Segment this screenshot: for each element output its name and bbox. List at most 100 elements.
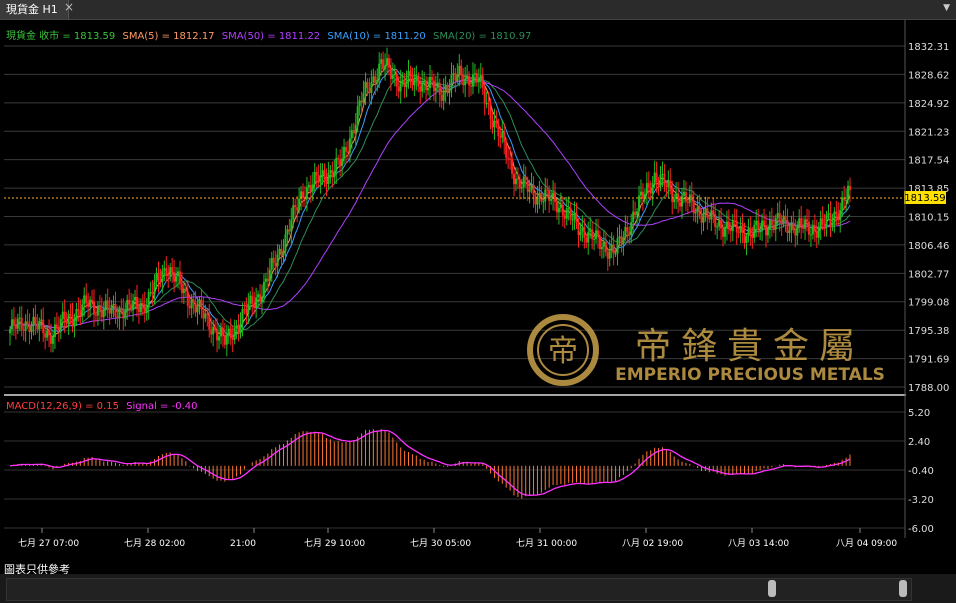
candle-body [337, 157, 340, 160]
x-tick-label: 七月 27 07:00 [18, 538, 79, 549]
candle-body [128, 299, 131, 305]
candle-body [206, 313, 209, 315]
candle-body [163, 268, 166, 271]
candle-body [716, 226, 719, 228]
candle-body [464, 78, 467, 86]
candle-body [294, 205, 297, 208]
candle-body [809, 234, 812, 236]
candle-body [423, 80, 426, 83]
candle-body [729, 229, 732, 232]
chart-scrollbar[interactable] [0, 574, 956, 603]
candle-body [34, 316, 37, 324]
candle-body [356, 106, 359, 126]
chart-tab[interactable]: 現貨金 H1 [0, 0, 69, 19]
candle-body [776, 212, 779, 218]
candle-body [585, 237, 588, 243]
chevron-down-icon[interactable]: ▼ [943, 3, 950, 13]
candle-body [651, 182, 654, 194]
candle-body [806, 219, 809, 222]
candle-body [450, 74, 453, 90]
candle-body [397, 86, 400, 92]
candle-body [69, 313, 72, 315]
candle-body [366, 82, 369, 88]
candle-body [57, 326, 60, 331]
candle-body [759, 229, 762, 231]
legend-sma10: SMA(10) = 1811.20 [327, 31, 425, 42]
x-tick-label: 七月 30 05:00 [410, 538, 471, 549]
scroll-handle-right[interactable] [899, 580, 907, 597]
candle-body [845, 200, 848, 202]
candle-body [628, 231, 631, 236]
candle-body [216, 329, 219, 341]
candle-body [452, 73, 455, 75]
legend-sma5: SMA(5) = 1812.17 [122, 31, 214, 42]
candle-body [495, 120, 498, 123]
candle-body [155, 273, 158, 283]
candle-body [641, 191, 644, 199]
candle-body [548, 190, 551, 201]
candle-body [251, 295, 254, 305]
candle-body [753, 224, 756, 238]
candle-body [405, 82, 408, 88]
y-tick-label: 1832.31 [908, 42, 949, 53]
candle-body [85, 295, 88, 304]
scroll-track[interactable] [6, 578, 912, 601]
candle-body [761, 220, 764, 230]
candle-body [149, 292, 152, 294]
candle-body [302, 191, 305, 199]
candle-body [526, 180, 529, 192]
candle-body [733, 220, 736, 222]
candle-body [51, 336, 54, 344]
y-tick-label: 1828.62 [908, 70, 949, 81]
candle-body [475, 73, 478, 83]
candle-body [655, 172, 658, 182]
candle-body [143, 304, 146, 314]
candle-body [122, 310, 125, 319]
candle-body [348, 138, 351, 153]
scroll-handle-left[interactable] [768, 580, 776, 597]
candle-body [751, 235, 754, 238]
candle-body [790, 223, 793, 231]
macd-histogram [13, 429, 851, 499]
candle-body [593, 238, 596, 240]
candle-body [67, 313, 70, 324]
candle-body [827, 213, 830, 215]
macd-y-tick-label: 5.20 [908, 408, 930, 419]
close-icon[interactable]: × [64, 0, 74, 14]
candle-body [563, 215, 566, 219]
candle-body [354, 125, 357, 134]
candle-body [471, 74, 474, 87]
candle-body [350, 130, 353, 139]
candle-body [829, 213, 832, 225]
candle-body [46, 330, 49, 338]
candle-body [192, 299, 195, 304]
candle-body [292, 205, 295, 220]
candle-body [497, 122, 500, 136]
candle-body [208, 314, 211, 330]
macd-y-tick-label: 2.40 [908, 437, 930, 448]
candle-body [272, 257, 275, 263]
candle-body [370, 82, 373, 93]
candle-body [692, 200, 695, 214]
candle-body [380, 59, 383, 64]
candle-body [612, 244, 615, 254]
candle-body [772, 225, 775, 230]
candle-body [317, 175, 320, 183]
candle-body [524, 176, 527, 181]
candle-body [116, 316, 119, 319]
candle-body [329, 170, 332, 174]
candle-body [130, 304, 133, 310]
candle-body [542, 201, 545, 203]
candle-body [73, 321, 76, 326]
candle-body [647, 183, 650, 188]
candle-body [589, 229, 592, 232]
candle-body [430, 76, 433, 81]
macd-signal-line [9, 429, 851, 496]
candle-body [682, 191, 685, 196]
sma-lines [9, 62, 851, 338]
candle-body [667, 180, 670, 187]
candle-body [559, 204, 562, 208]
candle-body [528, 189, 531, 192]
candle-body [444, 85, 447, 91]
candle-body [227, 328, 230, 335]
